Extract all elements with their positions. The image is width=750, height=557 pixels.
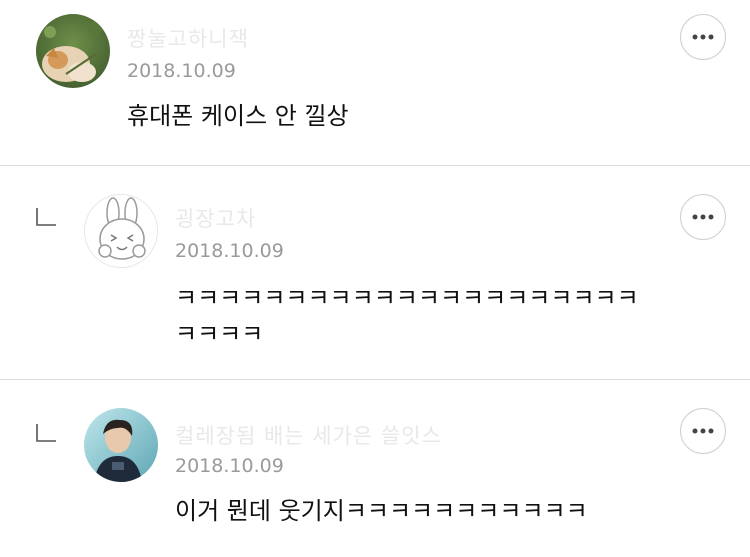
comment-date: 2018.10.09	[175, 240, 284, 262]
comment-date: 2018.10.09	[127, 60, 236, 82]
avatar[interactable]	[84, 408, 158, 482]
more-options-button[interactable]	[680, 408, 726, 454]
comment-username[interactable]: 짱눌고하니잭	[127, 23, 249, 53]
reply-comment-item: 컬레장됨 배는 세가은 쓸잇스 2018.10.09 이거 뭔데 웃기지ㅋㅋㅋㅋ…	[0, 380, 750, 557]
more-options-button[interactable]	[680, 14, 726, 60]
reply-arrow-icon	[36, 208, 56, 226]
comment-date: 2018.10.09	[175, 455, 284, 477]
more-horizontal-icon	[692, 214, 714, 220]
comment-text: ㅋㅋㅋㅋㅋㅋㅋㅋㅋㅋㅋㅋㅋㅋㅋㅋㅋㅋㅋㅋㅋ ㅋㅋㅋㅋ	[175, 280, 639, 352]
more-horizontal-icon	[692, 34, 714, 40]
avatar[interactable]	[84, 194, 158, 268]
comment-text-line: ㅋㅋㅋㅋ	[175, 320, 264, 348]
reply-comment-item: 굉장고차 2018.10.09 ㅋㅋㅋㅋㅋㅋㅋㅋㅋㅋㅋㅋㅋㅋㅋㅋㅋㅋㅋㅋㅋ ㅋㅋ…	[0, 166, 750, 379]
comment-username[interactable]: 굉장고차	[175, 203, 256, 233]
more-options-button[interactable]	[680, 194, 726, 240]
comment-username[interactable]: 컬레장됨 배는 세가은 쓸잇스	[175, 420, 442, 450]
more-horizontal-icon	[692, 428, 714, 434]
comment-text: 휴대폰 케이스 안 낄상	[127, 102, 349, 130]
comment-text: 이거 뭔데 웃기지ㅋㅋㅋㅋㅋㅋㅋㅋㅋㅋㅋ	[175, 497, 588, 525]
comment-text-line: ㅋㅋㅋㅋㅋㅋㅋㅋㅋㅋㅋㅋㅋㅋㅋㅋㅋㅋㅋㅋㅋ	[175, 284, 639, 312]
avatar[interactable]	[36, 14, 110, 88]
reply-arrow-icon	[36, 424, 56, 442]
comment-item: 짱눌고하니잭 2018.10.09 휴대폰 케이스 안 낄상	[0, 0, 750, 165]
